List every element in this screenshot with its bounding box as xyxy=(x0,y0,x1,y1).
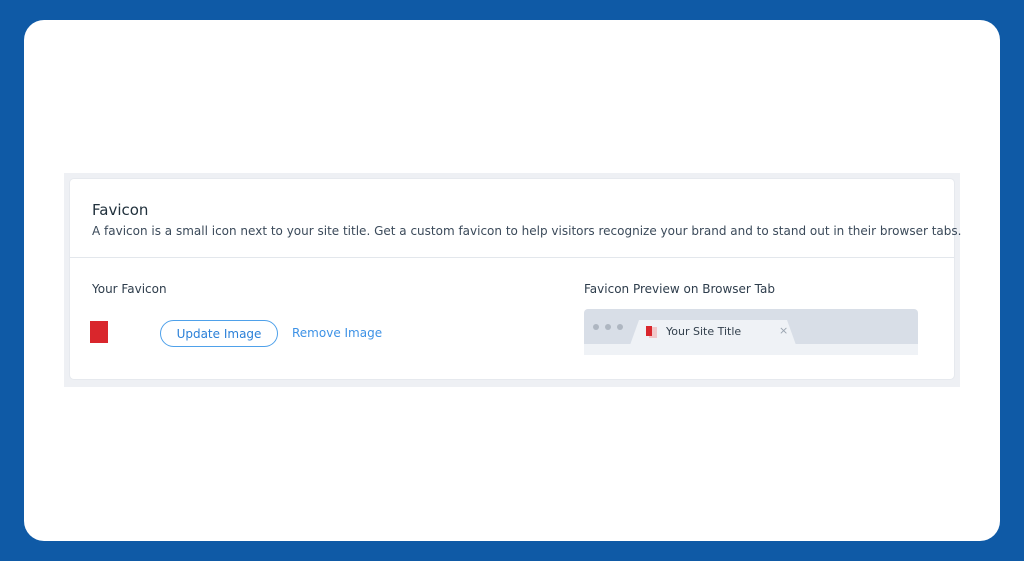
section-description: A favicon is a small icon next to your s… xyxy=(92,224,962,238)
your-favicon-label: Your Favicon xyxy=(92,282,167,296)
panel-header: Favicon A favicon is a small icon next t… xyxy=(70,179,961,257)
favicon-preview-label: Favicon Preview on Browser Tab xyxy=(584,282,775,296)
browser-tab-preview: Your Site Title × xyxy=(584,309,918,355)
section-title: Favicon xyxy=(92,201,149,219)
remove-image-link[interactable]: Remove Image xyxy=(292,326,382,340)
current-favicon-image xyxy=(90,321,108,343)
close-icon: × xyxy=(779,324,789,337)
window-dot-icon xyxy=(617,324,623,330)
browser-tab: Your Site Title × xyxy=(630,320,796,345)
favicon-settings-panel: Favicon A favicon is a small icon next t… xyxy=(70,179,961,379)
update-image-button[interactable]: Update Image xyxy=(160,320,278,347)
browser-toolbar-strip xyxy=(584,344,918,355)
favicon-icon xyxy=(646,326,652,336)
content-card: Favicon A favicon is a small icon next t… xyxy=(24,20,1000,541)
header-divider xyxy=(70,257,954,258)
window-dot-icon xyxy=(605,324,611,330)
screenshot-frame: Favicon A favicon is a small icon next t… xyxy=(64,173,961,387)
tab-title: Your Site Title xyxy=(666,325,742,338)
window-dot-icon xyxy=(593,324,599,330)
